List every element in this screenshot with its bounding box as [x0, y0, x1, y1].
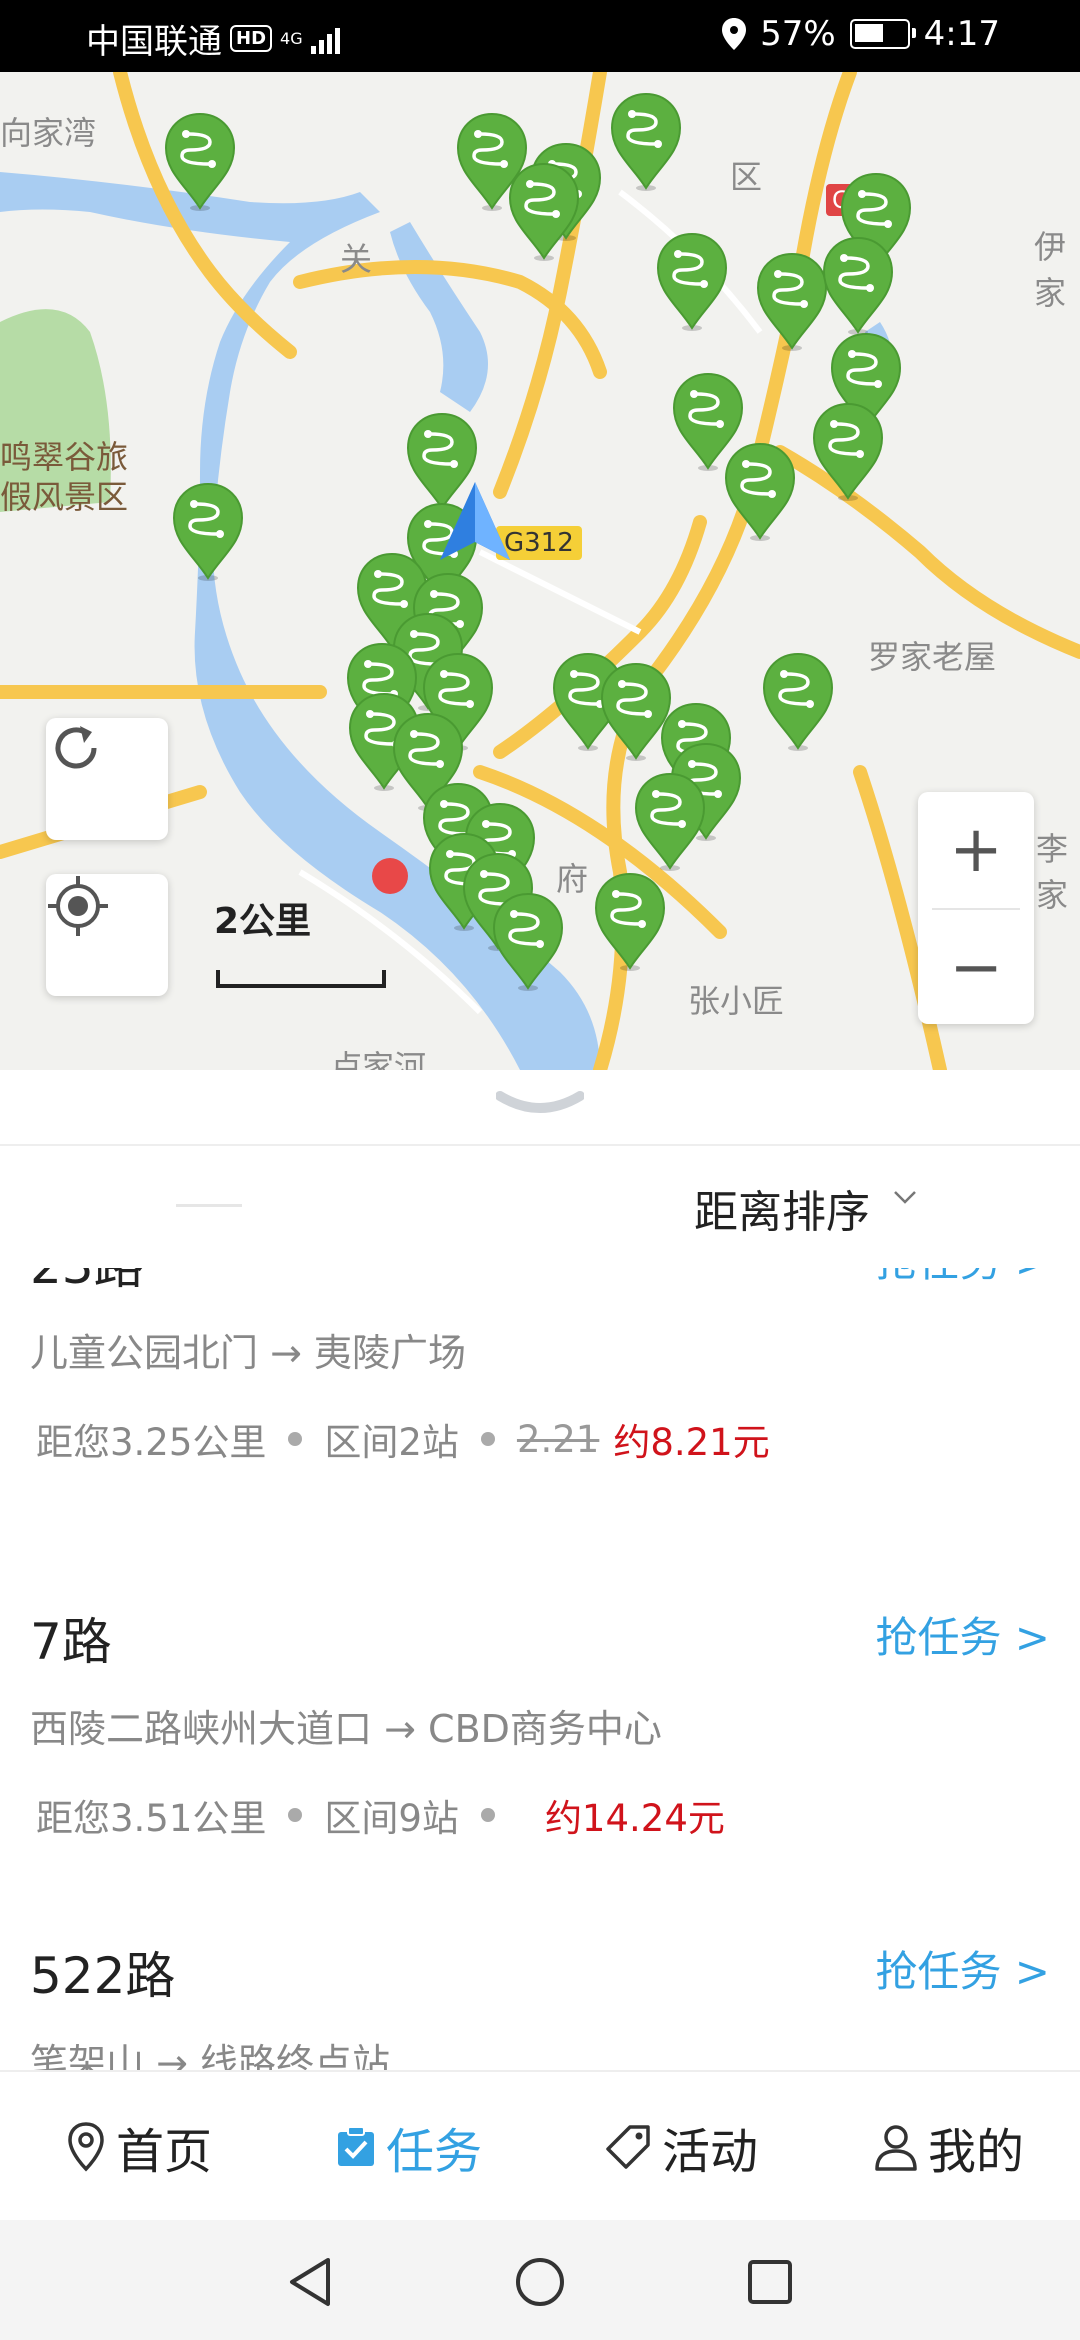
bus-route-marker-icon[interactable] [756, 252, 828, 352]
task-checkbox-icon [338, 2126, 374, 2166]
tab-tasks[interactable]: 任务 [336, 2112, 482, 2182]
tag-icon [606, 2125, 650, 2169]
tab-label: 我的 [928, 2124, 1025, 2180]
original-price: 2.21 [516, 1417, 600, 1461]
map-label: 罗家老屋 [868, 638, 997, 676]
task-meta: 距您3.51公里 区间9站 约14.24元 [36, 1788, 725, 1842]
tab-label: 活动 [662, 2124, 759, 2180]
map-label: 关 [340, 240, 373, 278]
route-name: 522路 [30, 1947, 176, 2005]
zoom-in-button[interactable]: + [918, 792, 1034, 908]
tab-home[interactable]: 首页 [66, 2112, 212, 2182]
bus-route-marker-icon[interactable] [762, 652, 834, 752]
zoom-control: + − [918, 792, 1034, 1024]
bus-route-marker-icon[interactable] [492, 892, 564, 992]
bus-route-marker-icon[interactable] [812, 402, 884, 502]
price-text: 约8.21元 [613, 1421, 770, 1464]
hospital-icon [372, 858, 408, 894]
tab-label: 首页 [116, 2124, 213, 2180]
user-location-icon [440, 482, 510, 560]
map-label: 假风景区 [0, 478, 129, 516]
crosshair-icon [48, 876, 108, 936]
zoom-out-button[interactable]: − [918, 910, 1034, 1026]
map-label: 张小匠 [688, 982, 785, 1020]
map-scale-bar [216, 970, 386, 988]
person-icon [875, 2125, 917, 2171]
battery-percent: 57% [760, 14, 836, 54]
price-text: 约14.24元 [544, 1797, 725, 1840]
filter-placeholder [176, 1204, 242, 1207]
list-item[interactable]: 522路 抢任务 > 笔架山 → 线路终点站 [0, 1894, 1080, 2070]
system-nav-bar [0, 2220, 1080, 2340]
bus-route-marker-icon[interactable] [164, 112, 236, 212]
location-icon [722, 18, 747, 50]
list-item[interactable]: 23路 抢任务 > 儿童公园北门 → 夷陵广场 距您3.25公里 区间2站 2.… [0, 1268, 1080, 1562]
recents-icon[interactable] [746, 2258, 794, 2306]
bus-route-marker-icon[interactable] [822, 236, 894, 336]
bottom-tab-bar: 首页 任务 活动 我的 [0, 2070, 1080, 2222]
hd-badge: HD [230, 25, 273, 52]
map-label: 伊家 [1034, 228, 1067, 312]
tab-label: 任务 [386, 2124, 483, 2180]
chevron-down-icon [894, 1191, 916, 1204]
tab-profile[interactable]: 我的 [874, 2112, 1024, 2182]
route-stops: 西陵二路峡州大道口 → CBD商务中心 [30, 1707, 662, 1751]
bus-route-marker-icon[interactable] [656, 232, 728, 332]
signal-icon [310, 24, 340, 54]
bus-route-marker-icon[interactable] [508, 162, 580, 262]
refresh-button[interactable] [46, 718, 168, 840]
map-label: 区 [730, 158, 763, 196]
home-icon[interactable] [514, 2256, 566, 2308]
stations-text: 区间2站 [324, 1421, 459, 1464]
list-item[interactable]: 7路 抢任务 > 西陵二路峡州大道口 → CBD商务中心 距您3.51公里 区间… [0, 1560, 1080, 1896]
route-name: 7路 [30, 1613, 112, 1671]
map-label: 向家湾 [0, 114, 97, 152]
route-name: 23路 [30, 1268, 144, 1298]
back-icon[interactable] [286, 2256, 334, 2308]
bottom-sheet-handle[interactable] [0, 1070, 1080, 1146]
bus-route-marker-icon[interactable] [724, 442, 796, 542]
carrier-name: 中国联通 [86, 22, 222, 62]
sort-bar: 距离排序 [0, 1146, 1080, 1270]
network-type: 4G [280, 28, 303, 48]
refresh-icon [55, 726, 97, 769]
chevron-down-icon [496, 1091, 584, 1113]
battery-icon [849, 19, 916, 49]
bus-route-marker-icon[interactable] [594, 872, 666, 972]
distance-text: 距您3.51公里 [36, 1797, 267, 1840]
route-stops: 笔架山 → 线路终点站 [30, 2041, 391, 2070]
bus-route-marker-icon[interactable] [172, 482, 244, 582]
bus-route-marker-icon[interactable] [634, 772, 706, 872]
task-meta: 距您3.25公里 区间2站 2.21 约8.21元 [36, 1412, 770, 1466]
sort-dropdown[interactable]: 距离排序 [694, 1176, 870, 1240]
distance-text: 距您3.25公里 [36, 1421, 267, 1464]
bus-route-marker-icon[interactable] [610, 92, 682, 192]
route-stops: 儿童公园北门 → 夷陵广场 [30, 1331, 467, 1375]
status-bar: 中国联通 HD 4G 57% 4:17 [0, 0, 1080, 72]
map-label: 李家 [1036, 830, 1069, 914]
tab-activities[interactable]: 活动 [604, 2112, 758, 2182]
location-pin-icon [68, 2122, 104, 2172]
locate-me-button[interactable] [46, 874, 168, 996]
task-list: 23路 抢任务 > 儿童公园北门 → 夷陵广场 距您3.25公里 区间2站 2.… [0, 1268, 1080, 2070]
stations-text: 区间9站 [324, 1797, 459, 1840]
grab-task-link[interactable]: 抢任务 > [875, 1268, 1050, 1289]
map-scale-label: 2公里 [214, 901, 312, 942]
map-label: 卢家河 [330, 1048, 427, 1070]
map-view[interactable]: 向家湾 关 区 伊家 鸣翠谷旅 假风景区 G312 G 罗家老屋 李家 府 张小… [0, 72, 1080, 1070]
clock: 4:17 [923, 14, 1000, 54]
grab-task-link[interactable]: 抢任务 > [875, 1938, 1050, 1999]
grab-task-link[interactable]: 抢任务 > [875, 1604, 1050, 1665]
